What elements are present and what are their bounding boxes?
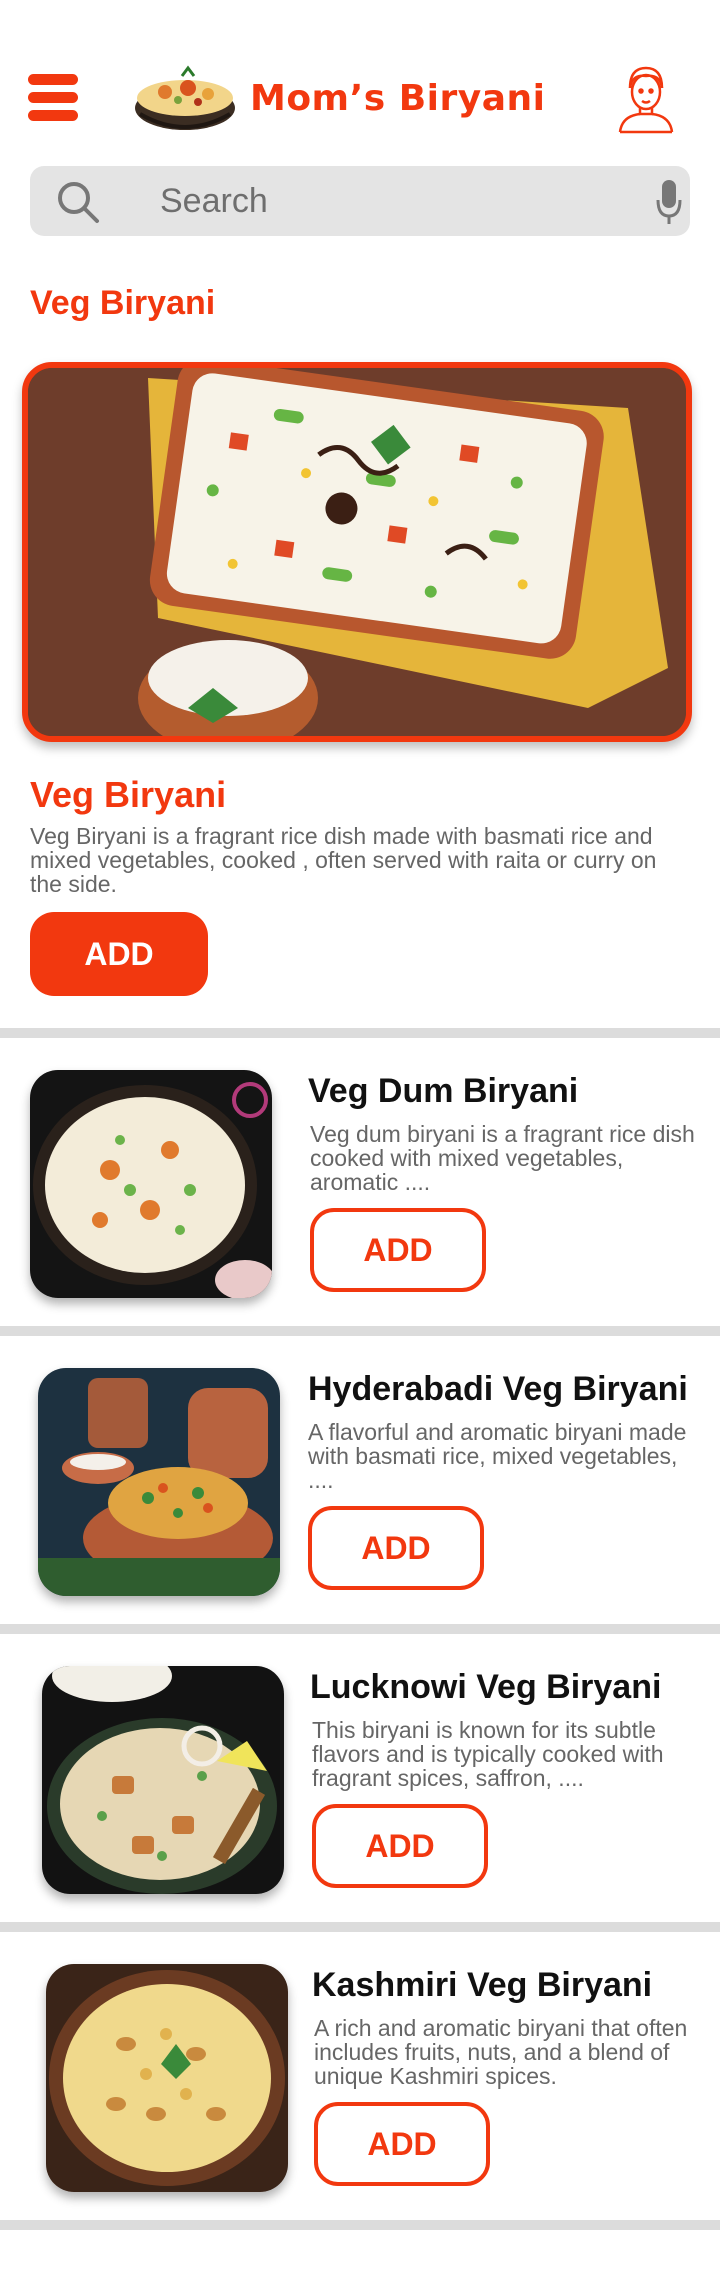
item-image[interactable] (38, 1368, 280, 1596)
divider (0, 1326, 720, 1336)
divider (0, 2220, 720, 2230)
hamburger-menu-icon[interactable] (28, 74, 78, 122)
featured-biryani-image[interactable] (22, 362, 692, 742)
add-button[interactable]: ADD (314, 2102, 490, 2186)
list-item: Kashmiri Veg Biryani A rich and aromatic… (0, 1932, 720, 2212)
item-image[interactable] (30, 1070, 272, 1298)
item-description: This biryani is known for its subtle fla… (312, 1717, 664, 1791)
list-item: Hyderabadi Veg Biryani A flavorful and a… (0, 1336, 720, 1616)
app-header: Mom’s Biryani (0, 0, 720, 160)
add-button[interactable]: ADD (308, 1506, 484, 1590)
brand-name: Mom’s Biryani (250, 78, 546, 119)
section-title: Veg Biryani (30, 284, 216, 322)
divider (0, 1922, 720, 1932)
add-button[interactable]: ADD (310, 1208, 486, 1292)
featured-description: Veg Biryani is a fragrant rice dish made… (30, 823, 657, 897)
user-avatar-icon[interactable] (616, 62, 676, 134)
search-bar (30, 166, 690, 236)
biryani-bowl-logo (130, 62, 240, 136)
item-image[interactable] (46, 1964, 288, 2192)
featured-title: Veg Biryani (30, 774, 227, 815)
item-title: Veg Dum Biryani (308, 1072, 579, 1110)
item-title: Hyderabadi Veg Biryani (308, 1370, 688, 1408)
featured-add-button[interactable]: ADD (30, 912, 208, 996)
add-button[interactable]: ADD (312, 1804, 488, 1888)
item-description: A flavorful and aromatic biryani made wi… (308, 1419, 687, 1493)
item-image[interactable] (42, 1666, 284, 1894)
list-item: Veg Dum Biryani Veg dum biryani is a fra… (0, 1038, 720, 1318)
search-input[interactable] (160, 176, 630, 226)
divider (0, 1028, 720, 1038)
list-item: Lucknowi Veg Biryani This biryani is kno… (0, 1634, 720, 1914)
divider (0, 1624, 720, 1634)
search-icon[interactable] (56, 180, 100, 224)
item-title: Kashmiri Veg Biryani (312, 1966, 653, 2004)
microphone-icon[interactable] (656, 178, 682, 226)
item-title: Lucknowi Veg Biryani (310, 1668, 662, 1706)
item-description: A rich and aromatic biryani that often i… (314, 2015, 688, 2089)
item-description: Veg dum biryani is a fragrant rice dish … (310, 1121, 695, 1195)
